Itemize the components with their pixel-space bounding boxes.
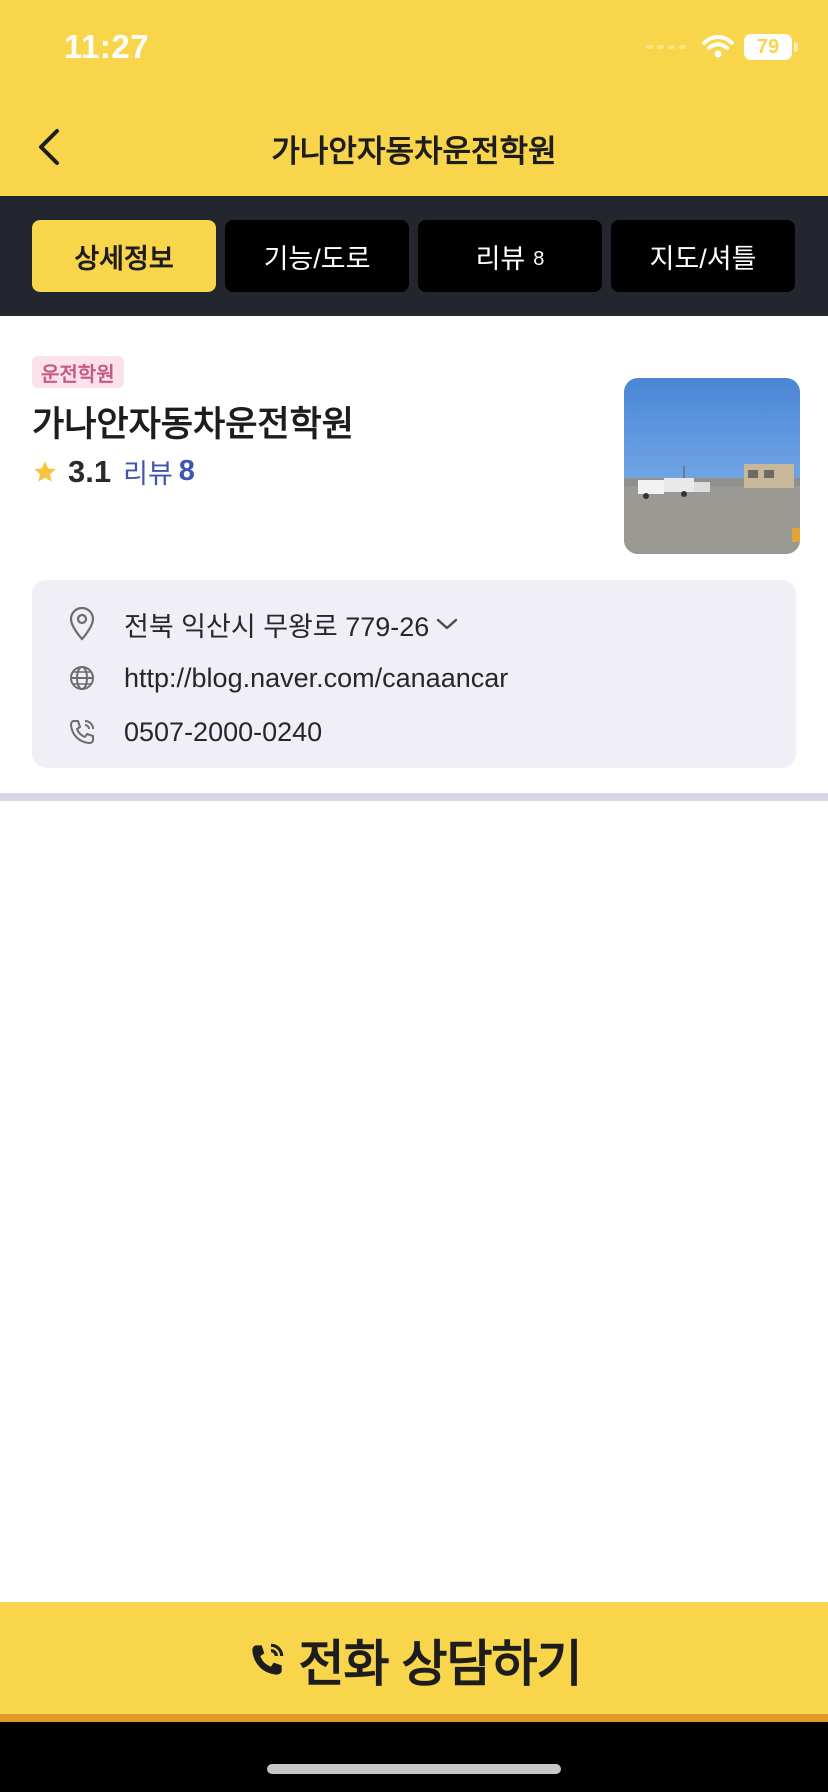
wifi-icon [702,35,734,58]
tab-reviews[interactable]: 리뷰 8 [418,220,602,292]
rating-row: 3.1 리뷰 8 [32,452,195,491]
chevron-down-icon[interactable] [435,616,459,632]
page-title: 가나안자동차운전학원 [271,134,557,169]
place-photo[interactable] [624,378,800,554]
website-link[interactable]: http://blog.naver.com/canaancar [124,663,508,694]
tab-label: 지도/셔틀 [649,243,757,274]
section-divider [0,793,828,801]
home-bar-area [0,1722,828,1792]
cta-accent-strip [0,1714,828,1722]
phone-row[interactable]: 0507-2000-0240 [32,712,322,752]
star-icon [34,460,56,482]
review-link-label[interactable]: 리뷰 [123,452,173,491]
cellular-signal-icon [646,45,686,49]
contact-info-card: 전북 익산시 무왕로 779-26 http://blog.naver.com/… [32,580,796,768]
call-consult-button[interactable]: 전화 상담하기 [0,1602,828,1718]
tab-bar: 상세정보 기능/도로 리뷰 8 지도/셔틀 [0,196,828,316]
tab-label: 기능/도로 [263,243,371,274]
tab-skill-road[interactable]: 기능/도로 [225,220,409,292]
tab-map-shuttle[interactable]: 지도/셔틀 [611,220,795,292]
category-badge: 운전학원 [32,356,124,388]
phone-icon [70,720,94,744]
battery-icon: 79 [744,34,798,60]
website-row[interactable]: http://blog.naver.com/canaancar [32,658,508,698]
status-indicators: 79 [646,34,798,60]
review-count[interactable]: 8 [179,455,195,488]
phone-call-icon [251,1643,283,1675]
home-indicator[interactable] [267,1764,561,1774]
tab-detail-info[interactable]: 상세정보 [32,220,216,292]
tab-label: 상세정보 [74,243,174,274]
phone-number[interactable]: 0507-2000-0240 [124,717,322,748]
status-time: 11:27 [64,28,150,65]
place-name: 가나안자동차운전학원 [32,405,355,444]
rating-value: 3.1 [68,453,112,489]
address-row[interactable]: 전북 익산시 무왕로 779-26 [32,604,459,644]
battery-level: 79 [756,35,780,58]
photo-image [624,378,800,554]
location-pin-icon [69,607,95,641]
address-text: 전북 익산시 무왕로 779-26 [124,611,430,642]
call-consult-label: 전화 상담하기 [298,1636,583,1692]
tab-review-count: 8 [533,247,545,270]
top-bar: 11:27 79 가나안자동차운전학원 [0,0,828,196]
tab-label: 리뷰 [475,243,526,274]
globe-icon [70,666,94,690]
